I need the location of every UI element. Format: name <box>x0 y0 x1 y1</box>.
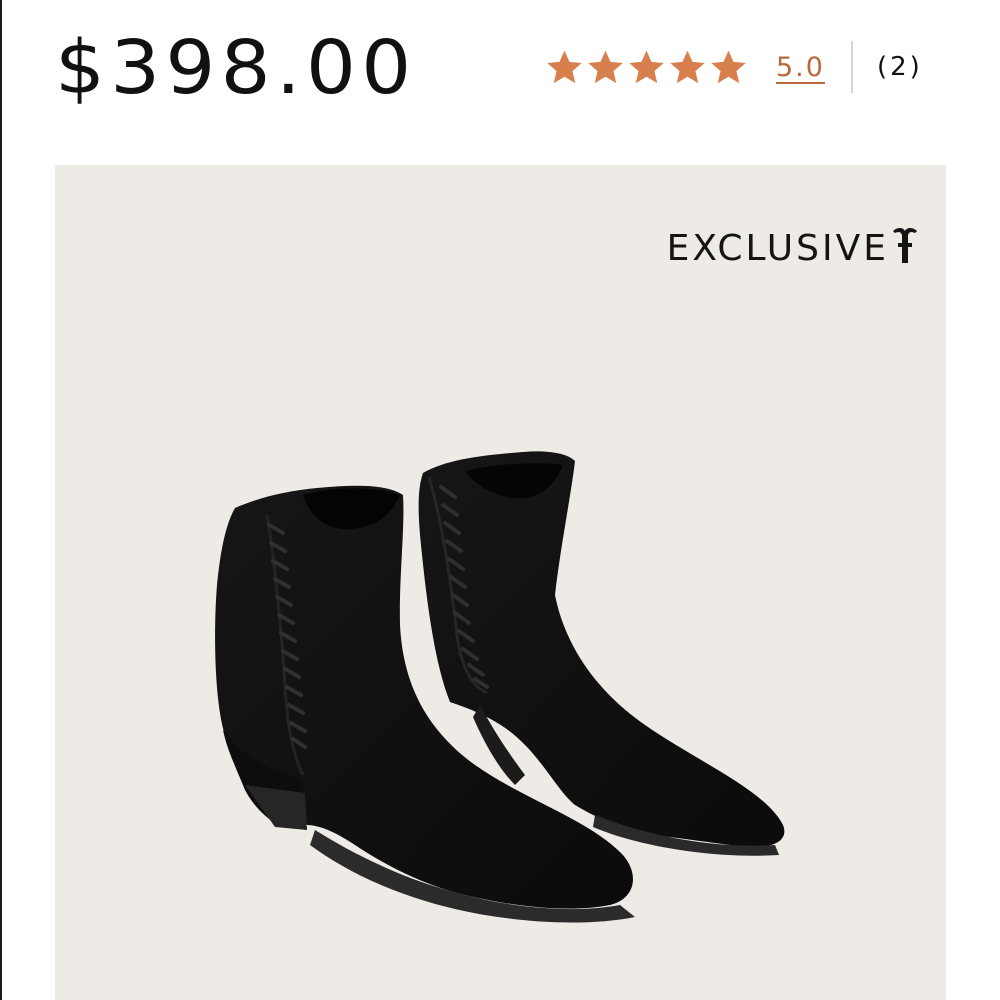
ankle-boots-image <box>215 451 785 923</box>
review-count[interactable]: (2) <box>877 52 923 82</box>
star-icon <box>588 50 623 83</box>
star-icon <box>670 50 705 83</box>
product-image[interactable]: EXCLUSIVE <box>55 165 946 1000</box>
rating-value-link[interactable]: 5.0 <box>776 52 825 83</box>
exclusive-badge: EXCLUSIVE <box>667 225 919 269</box>
frye-logo-icon <box>893 228 917 263</box>
exclusive-label: EXCLUSIVE <box>666 228 889 269</box>
star-rating <box>545 48 748 87</box>
left-border <box>0 0 2 1000</box>
divider <box>850 41 853 93</box>
product-price: $398.00 <box>55 25 417 111</box>
rating-summary[interactable]: 5.0 (2) <box>545 40 923 94</box>
star-icon <box>711 50 746 83</box>
star-icon <box>629 50 664 83</box>
product-detail-page: $398.00 5.0 (2) EXCLUSIVE <box>0 0 1000 1000</box>
star-icon <box>547 50 582 83</box>
